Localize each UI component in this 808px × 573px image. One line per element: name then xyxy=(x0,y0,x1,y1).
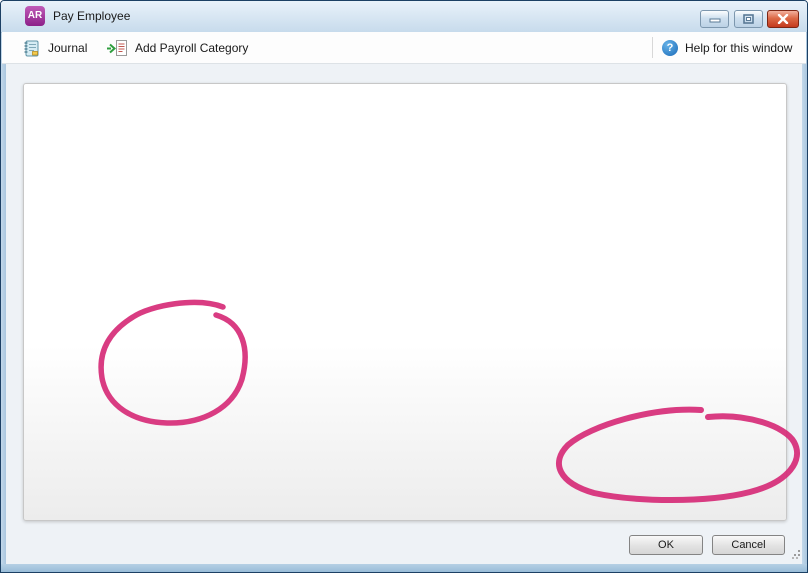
cancel-button[interactable]: Cancel xyxy=(712,535,785,555)
minimize-button[interactable] xyxy=(700,10,729,28)
close-icon xyxy=(777,14,789,24)
window-frame-left xyxy=(1,32,6,572)
toolbar-separator xyxy=(652,37,653,58)
ok-button[interactable]: OK xyxy=(629,535,703,555)
help-label: Help for this window xyxy=(685,41,792,55)
window-frame-right xyxy=(802,32,807,572)
title-bar[interactable]: AR Pay Employee xyxy=(1,1,807,33)
help-icon: ? xyxy=(662,40,678,56)
pay-employee-window: AR Pay Employee Journal xyxy=(0,0,808,573)
maximize-button[interactable] xyxy=(734,10,763,28)
help-button[interactable]: ? Help for this window xyxy=(658,36,796,60)
journal-button[interactable]: Journal xyxy=(18,36,91,60)
window-frame-bottom xyxy=(1,564,807,572)
journal-label: Journal xyxy=(48,41,87,55)
maximize-icon xyxy=(743,14,754,24)
close-button[interactable] xyxy=(767,10,799,28)
journal-icon xyxy=(22,39,41,58)
toolbar: Journal Add Payroll Category ? Help for … xyxy=(2,32,806,64)
add-payroll-category-button[interactable]: Add Payroll Category xyxy=(102,36,252,60)
accountright-logo-icon: AR xyxy=(25,6,45,26)
add-payroll-category-icon xyxy=(106,39,128,58)
main-panel xyxy=(23,83,787,521)
add-payroll-category-label: Add Payroll Category xyxy=(135,41,248,55)
minimize-icon xyxy=(709,15,721,24)
window-title: Pay Employee xyxy=(53,9,130,23)
resize-grip[interactable] xyxy=(791,549,801,562)
